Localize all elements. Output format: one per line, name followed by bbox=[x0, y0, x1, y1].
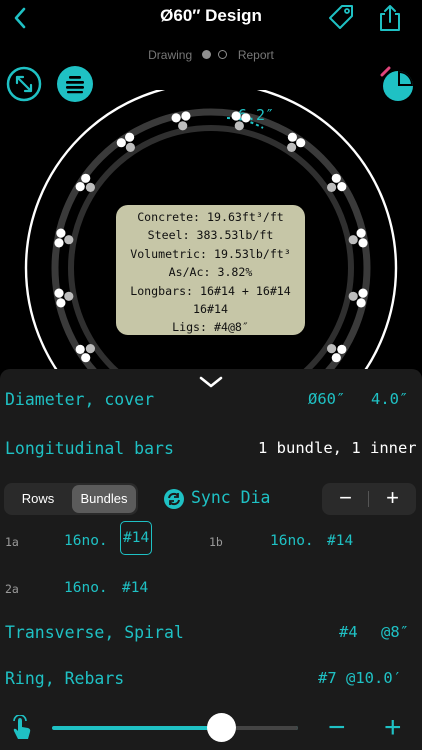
rebar-bundle bbox=[327, 344, 347, 363]
page-title: Ø60″ Design bbox=[160, 6, 262, 25]
ring-value[interactable]: #7 @10.0′ bbox=[318, 669, 402, 687]
rebar-bundle bbox=[75, 173, 95, 192]
rebar-bar bbox=[81, 173, 91, 183]
transverse-spacing[interactable]: @8″ bbox=[381, 623, 409, 641]
rebar-bar bbox=[178, 121, 188, 131]
sync-dia-label: Sync Dia bbox=[191, 488, 271, 507]
bar-id-2a: 2a bbox=[5, 582, 19, 596]
rebar-bar bbox=[327, 344, 337, 354]
rebar-bar bbox=[296, 138, 306, 148]
stepper-minus-button[interactable]: − bbox=[322, 483, 369, 515]
rebar-bar bbox=[56, 298, 66, 308]
rebar-bar bbox=[116, 138, 126, 148]
rebar-bar bbox=[125, 132, 135, 142]
rebar-bar bbox=[54, 288, 64, 298]
diameter-label: Diameter, cover bbox=[5, 390, 155, 409]
rebar-bar bbox=[358, 288, 368, 298]
tab-report[interactable]: Report bbox=[238, 48, 274, 62]
rebar-bar bbox=[81, 353, 91, 363]
bar-size-2a[interactable]: #14 bbox=[122, 580, 148, 596]
diameter-value[interactable]: Ø60″ bbox=[308, 390, 345, 408]
diameter-row[interactable]: Diameter, cover Ø60″ 4.0″ bbox=[0, 385, 422, 415]
rebar-bar bbox=[125, 142, 135, 152]
design-panel: Diameter, cover Ø60″ 4.0″ Longitudinal b… bbox=[0, 369, 422, 750]
rebar-bar bbox=[56, 228, 66, 238]
rebar-bar bbox=[85, 344, 95, 354]
rebar-bar bbox=[348, 235, 358, 245]
bar-id-1a: 1a bbox=[5, 535, 19, 549]
rebar-bar bbox=[337, 344, 347, 354]
bar-count-1b[interactable]: 16no. bbox=[270, 533, 314, 549]
concrete-line: Concrete: 19.63ft³/ft bbox=[137, 210, 284, 224]
rebar-bar bbox=[64, 291, 74, 301]
rebar-bundle bbox=[327, 173, 347, 192]
ring-label: Ring, Rebars bbox=[5, 669, 125, 688]
rebar-bar bbox=[54, 238, 64, 248]
page-dot-active[interactable] bbox=[202, 50, 212, 60]
rebar-bar bbox=[337, 182, 347, 192]
rebar-bar bbox=[85, 182, 95, 192]
bar-count-1a[interactable]: 16no. bbox=[64, 533, 108, 549]
tab-drawing[interactable]: Drawing bbox=[148, 48, 192, 62]
transverse-row[interactable]: Transverse, Spiral #4 @8″ bbox=[0, 618, 422, 648]
stepper-plus-button[interactable]: + bbox=[369, 483, 416, 515]
nav-bar: Ø60″ Design bbox=[0, 0, 422, 40]
section-summary: Concrete: 19.63ft³/ft Steel: 383.53lb/ft… bbox=[116, 205, 305, 335]
transverse-label: Transverse, Spiral bbox=[5, 623, 184, 642]
zoom-slider[interactable] bbox=[52, 713, 298, 742]
zoom-plus-button[interactable]: + bbox=[384, 713, 402, 743]
segment-bundles[interactable]: Bundles bbox=[72, 485, 136, 513]
share-icon[interactable] bbox=[377, 3, 403, 33]
rebar-bundle bbox=[75, 344, 95, 363]
page-dot-inactive[interactable] bbox=[218, 50, 228, 60]
rebar-bar bbox=[356, 228, 366, 238]
steel-line: Steel: 383.53lb/ft bbox=[147, 228, 274, 243]
layout-segmented-control: Rows Bundles bbox=[4, 483, 138, 515]
volumetric-line: Volumetric: 19.53lb/ft³ bbox=[130, 246, 291, 261]
rebar-bar bbox=[327, 182, 337, 192]
rebar-bar bbox=[75, 344, 85, 354]
rebar-bar bbox=[75, 182, 85, 192]
transverse-size[interactable]: #4 bbox=[339, 623, 358, 641]
bar-size-1a[interactable]: #14 bbox=[120, 521, 153, 555]
rebar-bar bbox=[287, 132, 297, 142]
bar-stepper: − + bbox=[322, 483, 416, 515]
ratio-line: As/Ac: 3.82% bbox=[168, 265, 253, 280]
rebar-bar bbox=[171, 113, 181, 123]
rebar-bundle bbox=[287, 132, 306, 152]
zoom-slider-knob[interactable] bbox=[207, 713, 236, 742]
segment-rows[interactable]: Rows bbox=[6, 485, 70, 513]
longbars-line: Longbars: 16#14 + 16#14 bbox=[130, 283, 291, 298]
sync-icon bbox=[164, 489, 184, 509]
rebar-bar bbox=[331, 353, 341, 363]
touch-mode-icon[interactable] bbox=[9, 715, 33, 741]
rebar-bar bbox=[241, 113, 251, 123]
bar-id-1b: 1b bbox=[209, 535, 223, 549]
rebar-bar bbox=[64, 235, 74, 245]
bar-size-1b[interactable]: #14 bbox=[327, 533, 353, 549]
rebar-bar bbox=[287, 142, 297, 152]
rebar-bar bbox=[181, 111, 191, 121]
cover-value[interactable]: 4.0″ bbox=[371, 390, 408, 408]
rebar-bar bbox=[331, 173, 341, 183]
rebar-bar bbox=[348, 291, 358, 301]
zoom-minus-button[interactable]: − bbox=[328, 713, 346, 743]
ligs-line: Ligs: #4@8″ bbox=[172, 320, 249, 335]
longbars-inner-line: 16#14 bbox=[193, 302, 228, 317]
tag-icon[interactable] bbox=[327, 3, 355, 31]
ring-row[interactable]: Ring, Rebars #7 @10.0′ bbox=[0, 664, 422, 694]
rebar-bar bbox=[231, 111, 241, 121]
bar-count-2a[interactable]: 16no. bbox=[64, 580, 108, 596]
sync-dia-button[interactable]: Sync Dia bbox=[163, 486, 313, 512]
view-pager: Drawing Report bbox=[0, 47, 422, 65]
rebar-bar bbox=[356, 298, 366, 308]
longitudinal-row[interactable]: Longitudinal bars 1 bundle, 1 inner bbox=[0, 434, 422, 464]
rebar-bar bbox=[234, 121, 244, 131]
longitudinal-label: Longitudinal bars bbox=[5, 439, 174, 458]
rebar-bundle bbox=[116, 132, 135, 152]
rebar-bar bbox=[358, 238, 368, 248]
longitudinal-value: 1 bundle, 1 inner bbox=[258, 439, 417, 457]
